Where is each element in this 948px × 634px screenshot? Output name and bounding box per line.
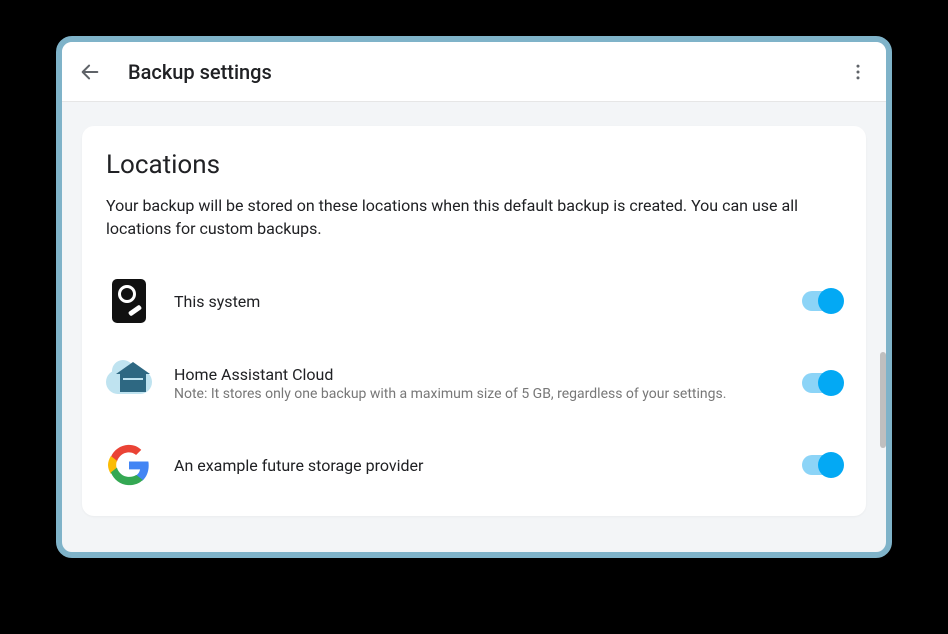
- location-text: Home Assistant Cloud Note: It stores onl…: [152, 365, 802, 402]
- location-text: This system: [152, 292, 802, 311]
- location-text: An example future storage provider: [152, 456, 802, 475]
- location-row-google: An example future storage provider: [106, 424, 842, 506]
- locations-description: Your backup will be stored on these loca…: [106, 194, 842, 240]
- location-toggle-ha-cloud[interactable]: [802, 373, 842, 393]
- scrollbar[interactable]: [880, 352, 886, 448]
- overflow-menu-button[interactable]: [838, 52, 878, 92]
- locations-card: Locations Your backup will be stored on …: [82, 126, 866, 516]
- location-label: An example future storage provider: [174, 456, 790, 475]
- cloud-house-icon: [106, 360, 152, 406]
- google-icon: [106, 442, 152, 488]
- content-area: Locations Your backup will be stored on …: [62, 102, 886, 552]
- hdd-icon: [106, 278, 152, 324]
- location-row-ha-cloud: Home Assistant Cloud Note: It stores onl…: [106, 342, 842, 424]
- locations-title: Locations: [106, 150, 842, 180]
- arrow-left-icon: [79, 61, 101, 83]
- dots-vertical-icon: [848, 62, 868, 82]
- top-bar: Backup settings: [62, 42, 886, 102]
- location-label: Home Assistant Cloud: [174, 365, 790, 384]
- back-button[interactable]: [70, 52, 110, 92]
- location-note: Note: It stores only one backup with a m…: [174, 386, 790, 402]
- location-toggle-this-system[interactable]: [802, 291, 842, 311]
- location-label: This system: [174, 292, 790, 311]
- location-toggle-google[interactable]: [802, 455, 842, 475]
- location-row-this-system: This system: [106, 260, 842, 342]
- app-window: Backup settings Locations Your backup wi…: [56, 36, 892, 558]
- page-title: Backup settings: [128, 60, 272, 84]
